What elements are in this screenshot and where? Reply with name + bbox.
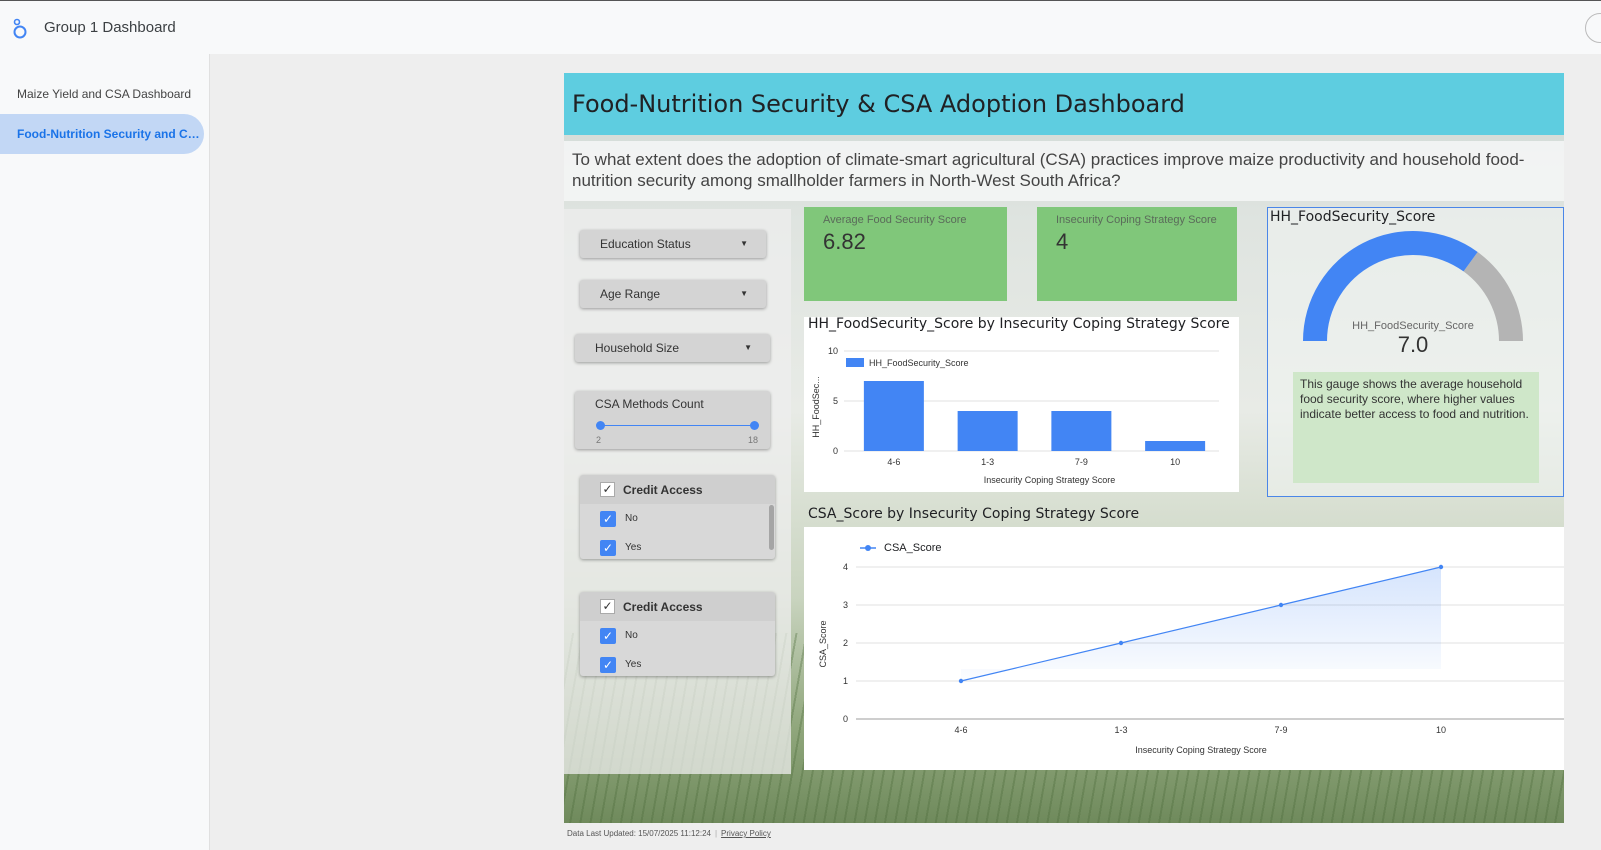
- y-axis-title: HH_FoodSec...: [811, 376, 821, 438]
- legend-marker: [865, 545, 871, 551]
- csa-methods-count-slider: CSA Methods Count 2 18: [575, 391, 770, 449]
- slider-max-handle[interactable]: [750, 421, 759, 430]
- chevron-down-icon: ▼: [744, 343, 752, 352]
- scorecard-label: Insecurity Coping Strategy Score: [1056, 214, 1217, 226]
- coping-strategy-scorecard[interactable]: Insecurity Coping Strategy Score 4: [1037, 207, 1237, 301]
- option-label: No: [625, 513, 638, 524]
- scorecard-value: 6.82: [823, 229, 866, 254]
- bar-chart[interactable]: HH_FoodSecurity_Score 0 5 10 4-6 1-3 7-9 10 Inse…: [804, 317, 1239, 492]
- checklist-title: Credit Access: [623, 600, 703, 614]
- bar: [957, 411, 1018, 451]
- age-range-label: Age Range: [600, 287, 661, 301]
- top-bar: Group 1 Dashboard: [0, 0, 1601, 54]
- chevron-down-icon: ▼: [740, 239, 748, 248]
- filter-panel: Education Status ▼ Age Range ▼ Household…: [564, 209, 791, 774]
- x-tick-label: 7-9: [1274, 725, 1287, 735]
- data-point: [958, 678, 964, 684]
- report-title: Food-Nutrition Security & CSA Adoption D…: [572, 90, 1185, 118]
- slider-min-handle[interactable]: [596, 421, 605, 430]
- y-tick-label: 5: [833, 396, 838, 406]
- x-tick-label: 1-3: [1114, 725, 1127, 735]
- checklist-header[interactable]: ✓ Credit Access: [580, 475, 775, 504]
- checklist-title: Credit Access: [623, 483, 703, 497]
- y-axis-title: CSA_Score: [818, 620, 828, 667]
- scorecard-value: 4: [1056, 229, 1069, 254]
- legend-swatch: [846, 358, 864, 367]
- slider-track[interactable]: [600, 425, 754, 426]
- bar-chart-title: HH_FoodSecurity_Score by Insecurity Copi…: [808, 316, 1230, 332]
- y-tick-label: 4: [843, 562, 848, 572]
- looker-studio-logo-icon[interactable]: [12, 17, 28, 41]
- x-tick-label: 10: [1436, 725, 1446, 735]
- option-label: Yes: [625, 659, 642, 670]
- x-tick-label: 10: [1170, 457, 1180, 467]
- y-tick-label: 2: [843, 638, 848, 648]
- credit-access-filter: ✓ Credit Access ✓ No ✓ Yes: [580, 475, 775, 559]
- education-status-filter[interactable]: Education Status ▼: [580, 230, 766, 258]
- y-tick-label: 0: [843, 714, 848, 724]
- chevron-down-icon: ▼: [740, 289, 748, 298]
- household-size-label: Household Size: [595, 341, 680, 355]
- age-range-filter[interactable]: Age Range ▼: [580, 280, 766, 308]
- x-axis-title: Insecurity Coping Strategy Score: [984, 475, 1116, 485]
- gauge-title: HH_FoodSecurity_Score: [1270, 209, 1436, 225]
- app-title: Group 1 Dashboard: [44, 19, 176, 36]
- gauge-value: 7.0: [1398, 332, 1429, 357]
- line-chart-card[interactable]: CSA_Score 0 1 2 3 4 4-6 1-3 7-9 10 Insecurity Copi…: [804, 527, 1564, 770]
- page-navigation: Maize Yield and CSA Dashboard Food-Nutri…: [0, 54, 210, 850]
- credit-access-filter-2: ✓ Credit Access ✓ No ✓ Yes: [580, 592, 775, 676]
- x-tick-label: 1-3: [981, 457, 994, 467]
- y-tick-label: 0: [833, 446, 838, 456]
- data-point: [1278, 602, 1284, 608]
- slider-min-value: 2: [596, 435, 602, 445]
- select-all-checkbox[interactable]: ✓: [600, 482, 615, 497]
- slider-max-value: 18: [748, 435, 759, 445]
- bar: [863, 381, 924, 451]
- data-last-updated: Data Last Updated: 15/07/2025 11:12:24: [567, 829, 711, 838]
- checkbox-checked-icon[interactable]: ✓: [600, 657, 616, 673]
- option-label: No: [625, 630, 638, 641]
- household-size-filter[interactable]: Household Size ▼: [575, 334, 770, 362]
- privacy-policy-link[interactable]: Privacy Policy: [721, 829, 771, 838]
- report-footer: Data Last Updated: 15/07/2025 11:12:24 | P…: [567, 829, 771, 838]
- y-tick-label: 1: [843, 676, 848, 686]
- report-header: Food-Nutrition Security & CSA Adoption D…: [564, 73, 1564, 135]
- y-tick-label: 10: [828, 346, 838, 356]
- avg-food-security-scorecard[interactable]: Average Food Security Score 6.82: [804, 207, 1007, 301]
- data-point: [1438, 564, 1444, 570]
- select-all-checkbox[interactable]: ✓: [600, 599, 615, 614]
- footer-separator: |: [714, 829, 718, 838]
- scorecard-label: Average Food Security Score: [823, 214, 967, 226]
- checklist-header[interactable]: ✓ Credit Access: [580, 592, 775, 621]
- x-axis-title: Insecurity Coping Strategy Score: [1135, 745, 1267, 755]
- gauge-label: HH_FoodSecurity_Score: [1352, 320, 1474, 332]
- report-canvas: Food-Nutrition Security & CSA Adoption D…: [564, 73, 1564, 823]
- slider-label: CSA Methods Count: [595, 397, 704, 411]
- x-tick-label: 4-6: [887, 457, 900, 467]
- y-tick-label: 3: [843, 600, 848, 610]
- option-label: Yes: [625, 542, 642, 553]
- data-point: [1118, 640, 1124, 646]
- legend-label: CSA_Score: [884, 542, 941, 554]
- checkbox-checked-icon[interactable]: ✓: [600, 628, 616, 644]
- bar: [1051, 411, 1112, 451]
- nav-item-maize-yield[interactable]: Maize Yield and CSA Dashboard: [0, 74, 204, 114]
- x-tick-label: 4-6: [954, 725, 967, 735]
- line-chart-title: CSA_Score by Insecurity Coping Strategy …: [808, 506, 1140, 522]
- gauge-description: This gauge shows the average household f…: [1293, 372, 1539, 483]
- gauge-card[interactable]: HH_FoodSecurity_Score HH_FoodSecurity_Sc…: [1267, 207, 1564, 497]
- bar-chart-card[interactable]: HH_FoodSecurity_Score 0 5 10 4-6 1-3 7-9 10 Inse…: [804, 317, 1239, 492]
- scrollbar[interactable]: [769, 505, 774, 550]
- education-status-label: Education Status: [600, 237, 691, 251]
- checkbox-checked-icon[interactable]: ✓: [600, 540, 616, 556]
- nav-item-food-nutrition[interactable]: Food-Nutrition Security and CSA Adoption…: [0, 114, 204, 154]
- legend-label: HH_FoodSecurity_Score: [869, 358, 969, 368]
- account-avatar[interactable]: [1585, 13, 1601, 43]
- line-chart[interactable]: CSA_Score 0 1 2 3 4 4-6 1-3 7-9 10 Insecurity Copi…: [804, 527, 1564, 770]
- food-security-gauge[interactable]: HH_FoodSecurity_Score7.0: [1268, 226, 1563, 386]
- x-tick-label: 7-9: [1075, 457, 1088, 467]
- bar: [1145, 441, 1206, 451]
- checkbox-checked-icon[interactable]: ✓: [600, 511, 616, 527]
- research-question: To what extent does the adoption of clim…: [564, 141, 1564, 201]
